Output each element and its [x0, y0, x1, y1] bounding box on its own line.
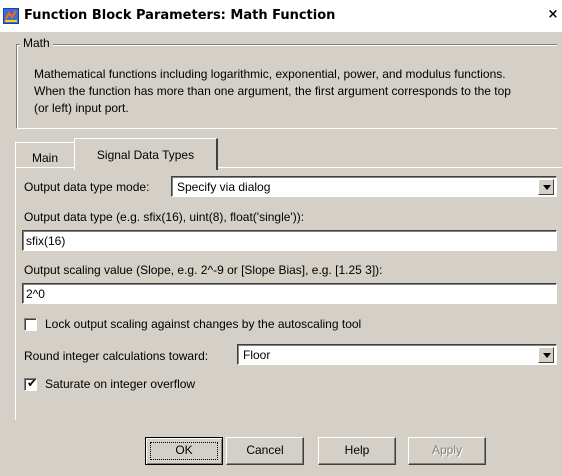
simulink-block-icon [3, 8, 19, 24]
chevron-down-icon[interactable] [538, 347, 554, 363]
checkmark-icon: ✔ [27, 376, 38, 390]
title-bar[interactable]: Function Block Parameters: Math Function… [0, 0, 562, 32]
tab-main-label: Main [31, 151, 58, 165]
chevron-down-icon[interactable] [538, 179, 554, 195]
round-label: Round integer calculations toward: [24, 349, 209, 363]
help-button-label: Help [344, 443, 370, 457]
dialog-window: Function Block Parameters: Math Function… [0, 0, 562, 476]
lock-scaling-checkbox[interactable] [24, 318, 37, 331]
lock-scaling-label: Lock output scaling against changes by t… [45, 317, 362, 331]
saturate-checkbox[interactable]: ✔ [24, 376, 38, 391]
output-type-field[interactable] [22, 230, 557, 251]
scaling-label: Output scaling value (Slope, e.g. 2^-9 o… [24, 263, 383, 277]
output-mode-label: Output data type mode: [24, 180, 150, 194]
focus-rect [150, 442, 218, 460]
close-icon[interactable]: × [546, 7, 560, 23]
apply-button-label: Apply [431, 443, 463, 457]
window-title: Function Block Parameters: Math Function [24, 8, 336, 23]
tab-signal-data-types-label: Signal Data Types [96, 148, 195, 162]
output-mode-dropdown[interactable]: Specify via dialog [171, 176, 557, 197]
output-mode-value: Specify via dialog [177, 180, 271, 194]
tab-signal-data-types[interactable]: Signal Data Types [74, 138, 218, 170]
output-type-label: Output data type (e.g. sfix(16), uint(8)… [24, 210, 305, 224]
cancel-button[interactable]: Cancel [226, 437, 304, 465]
scaling-field[interactable] [22, 283, 557, 304]
tab-main[interactable]: Main [15, 142, 75, 167]
saturate-label: Saturate on integer overflow [45, 377, 196, 391]
round-value: Floor [243, 348, 271, 362]
round-dropdown[interactable]: Floor [237, 344, 557, 365]
block-description: Mathematical functions including logarit… [34, 67, 511, 115]
ok-button[interactable]: OK [145, 437, 223, 465]
cancel-button-label: Cancel [246, 443, 284, 457]
apply-button[interactable]: Apply [408, 437, 486, 465]
help-button[interactable]: Help [318, 437, 396, 465]
group-legend: Math [20, 36, 53, 50]
